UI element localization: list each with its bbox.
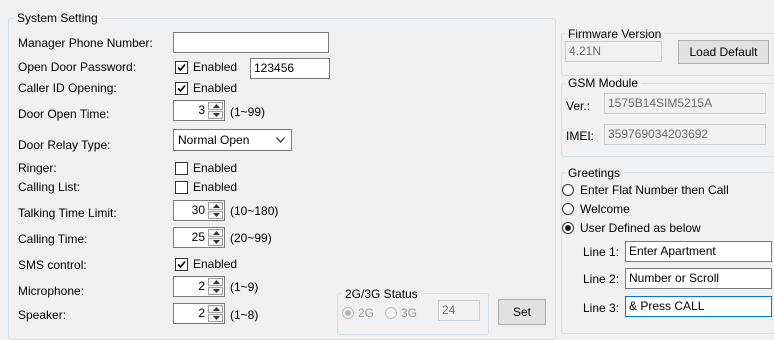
radio-2g[interactable] [342,307,354,319]
manager-phone-label: Manager Phone Number: [18,36,153,50]
sms-control-label: SMS control: [18,258,87,272]
sms-control-enabled-label: Enabled [193,257,238,271]
door-open-time-label: Door Open Time: [18,107,110,121]
calling-list-enabled-label: Enabled [193,180,238,194]
gsm-ver-value: 1575B14SIM5215A [604,93,766,114]
talking-time-limit-label: Talking Time Limit: [18,206,117,220]
network-status-value: 24 [438,300,480,321]
calling-time-label: Calling Time: [18,232,88,246]
gsm-ver-label: Ver.: [566,99,591,113]
radio-3g[interactable] [385,307,397,319]
door-open-time-spinner[interactable]: 3 [173,100,225,121]
greeting-option-flat-number-label: Enter Flat Number then Call [580,183,729,197]
checkmark-icon [177,63,186,72]
checkmark-icon [177,84,186,93]
door-relay-type-value: Normal Open [178,133,250,147]
talking-time-limit-range: (10~180) [230,204,279,218]
spin-down-icon[interactable] [208,287,223,295]
chevron-down-icon [276,137,285,143]
calling-list-checkbox[interactable] [175,181,188,194]
calling-time-range: (20~99) [230,231,272,245]
speaker-value: 2 [198,306,205,320]
gsm-module-title: GSM Module [565,76,642,90]
microphone-label: Microphone: [18,284,85,298]
talking-time-limit-value: 30 [191,203,205,217]
greeting-option-user-defined-label: User Defined as below [580,221,701,235]
checkmark-icon [177,260,186,269]
open-door-password-input[interactable]: 123456 [250,58,330,79]
open-door-password-label: Open Door Password: [18,60,137,74]
greeting-option-welcome-label: Welcome [580,202,630,216]
greeting-line3-input[interactable]: & Press CALL [625,296,772,317]
caller-id-opening-checkbox[interactable] [175,82,188,95]
ringer-checkbox[interactable] [175,162,188,175]
spin-down-icon[interactable] [208,111,223,119]
manager-phone-input[interactable] [173,32,329,53]
microphone-range: (1~9) [230,280,259,294]
door-open-time-range: (1~99) [230,105,266,119]
spin-down-icon[interactable] [208,211,223,219]
load-default-button[interactable]: Load Default [678,40,769,64]
spin-down-icon[interactable] [208,238,223,246]
gsm-imei-value: 359769034203692 [604,124,766,145]
network-status-title: 2G/3G Status [342,287,421,301]
spin-down-icon[interactable] [208,314,223,322]
radio-2g-label: 2G [358,306,375,320]
door-relay-type-select[interactable]: Normal Open [173,129,292,151]
microphone-value: 2 [198,279,205,293]
firmware-title: Firmware Version [565,27,665,41]
gsm-imei-label: IMEI: [566,129,595,143]
greeting-option-user-defined[interactable] [562,222,574,234]
radio-3g-label: 3G [401,306,418,320]
spin-up-icon[interactable] [208,305,223,313]
greeting-line2-label: Line 2: [583,272,620,286]
speaker-spinner[interactable]: 2 [173,303,225,324]
ringer-label: Ringer: [18,161,57,175]
calling-time-spinner[interactable]: 25 [173,227,225,248]
open-door-password-checkbox[interactable] [175,61,188,74]
caller-id-opening-label: Caller ID Opening: [18,81,117,95]
calling-list-label: Calling List: [18,180,81,194]
sms-control-checkbox[interactable] [175,258,188,271]
spin-up-icon[interactable] [208,229,223,237]
spin-up-icon[interactable] [208,278,223,286]
spin-up-icon[interactable] [208,202,223,210]
door-relay-type-label: Door Relay Type: [18,138,111,152]
open-door-password-enabled-label: Enabled [193,60,238,74]
calling-time-value: 25 [191,230,205,244]
greeting-line1-label: Line 1: [583,245,620,259]
speaker-range: (1~8) [230,308,259,322]
spin-up-icon[interactable] [208,102,223,110]
greetings-title: Greetings [565,166,624,180]
microphone-spinner[interactable]: 2 [173,276,225,297]
talking-time-limit-spinner[interactable]: 30 [173,200,225,221]
greeting-line2-input[interactable]: Number or Scroll [625,268,772,289]
system-setting-title: System Setting [14,11,101,25]
caller-id-opening-enabled-label: Enabled [193,81,238,95]
greeting-option-welcome[interactable] [562,203,574,215]
greeting-line3-label: Line 3: [583,301,620,315]
door-open-time-value: 3 [198,103,205,117]
firmware-version-value: 4.21N [565,41,662,62]
greeting-line1-input[interactable]: Enter Apartment [625,241,772,262]
speaker-label: Speaker: [18,308,67,322]
ringer-enabled-label: Enabled [193,161,238,175]
greeting-option-flat-number[interactable] [562,184,574,196]
set-button[interactable]: Set [498,299,546,325]
